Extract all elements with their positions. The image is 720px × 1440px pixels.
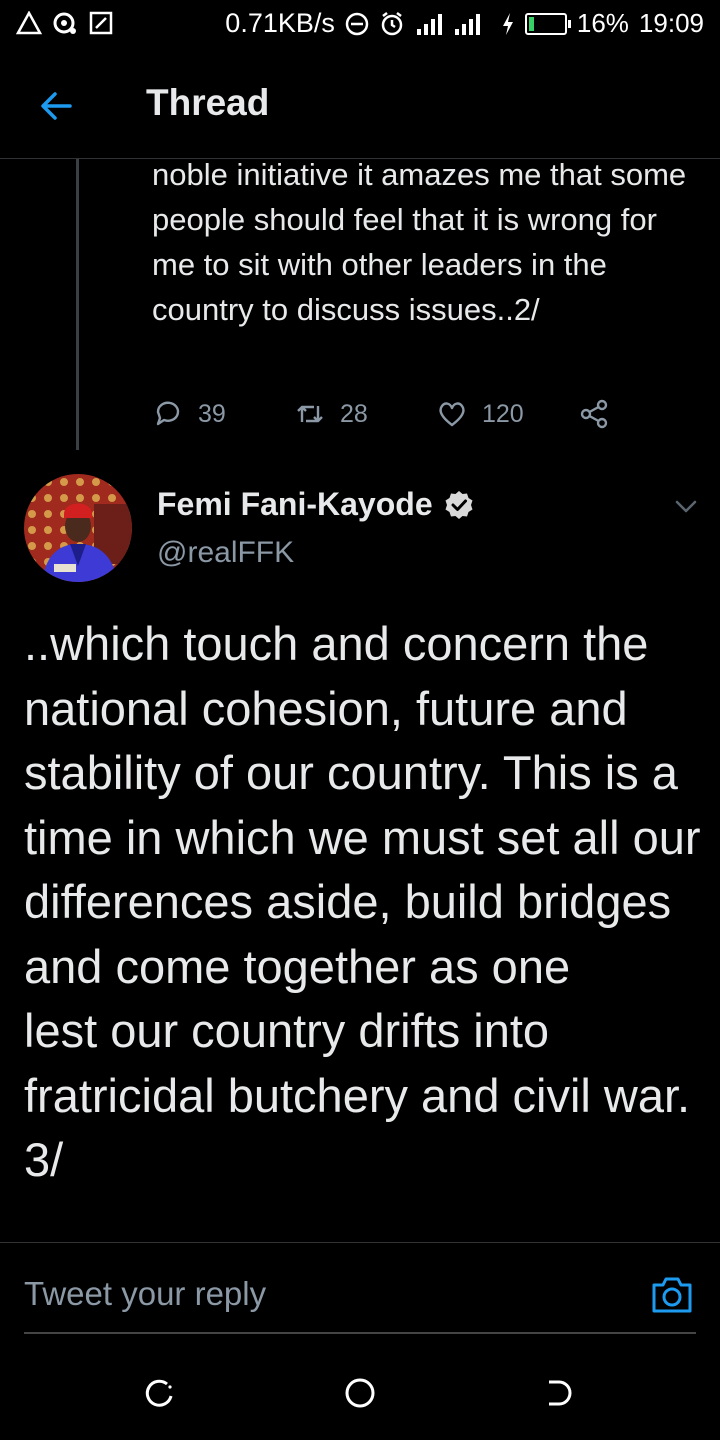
back-icon[interactable] [543,1376,577,1410]
reply-button[interactable]: 39 [152,398,294,430]
alarm-icon [381,11,403,35]
retweet-button[interactable]: 28 [294,398,436,430]
do-not-disturb-icon [345,12,369,35]
verified-badge-icon [445,490,473,519]
charging-icon [502,12,513,35]
previous-tweet-actions: 39 28 120 [152,394,610,434]
author-name: Femi Fani-Kayode [157,486,433,522]
previous-tweet[interactable]: noble initiative it amazes me that some … [0,150,720,450]
chevron-down-icon[interactable] [672,492,700,520]
retweet-count: 28 [340,399,368,428]
battery-icon [524,12,571,35]
page-title: Thread [146,82,270,123]
reply-count: 39 [198,399,226,428]
recent-apps-icon[interactable] [143,1376,177,1410]
tweet-author-row[interactable]: Femi Fani-Kayode [157,486,475,523]
like-button[interactable]: 120 [436,398,578,430]
status-bar: 0.71KB/s 16% 19:09 [0,0,720,50]
notification-icon [53,12,76,34]
avatar[interactable] [24,474,132,582]
previous-tweet-text: noble initiative it amazes me that some … [152,157,687,327]
arrow-left-icon[interactable] [36,86,76,126]
reply-icon [156,401,180,426]
thread-connector-line [76,150,79,450]
home-icon[interactable] [343,1376,377,1410]
app-header: Thread [0,52,720,159]
system-nav-bar [0,1346,720,1440]
signal-icon [416,13,480,35]
reply-underline [24,1332,696,1334]
like-count: 120 [482,399,524,428]
share-button[interactable] [578,398,610,430]
tweet-header: Femi Fani-Kayode @realFFK [0,470,720,590]
reply-bar: Tweet your reply [0,1242,720,1335]
heart-icon [439,402,465,427]
warning-icon [16,11,42,35]
retweet-icon [297,405,323,423]
clock: 19:09 [638,8,704,38]
battery-percent: 16% [576,8,629,38]
net-speed: 0.71KB/s [225,8,335,38]
share-icon [580,399,608,429]
reply-input[interactable]: Tweet your reply [24,1275,266,1313]
camera-icon[interactable] [650,1273,694,1315]
author-handle[interactable]: @realFFK [157,536,294,570]
screenshot-icon [89,11,113,35]
tweet-text: ..which touch and concern the national c… [24,617,701,1186]
